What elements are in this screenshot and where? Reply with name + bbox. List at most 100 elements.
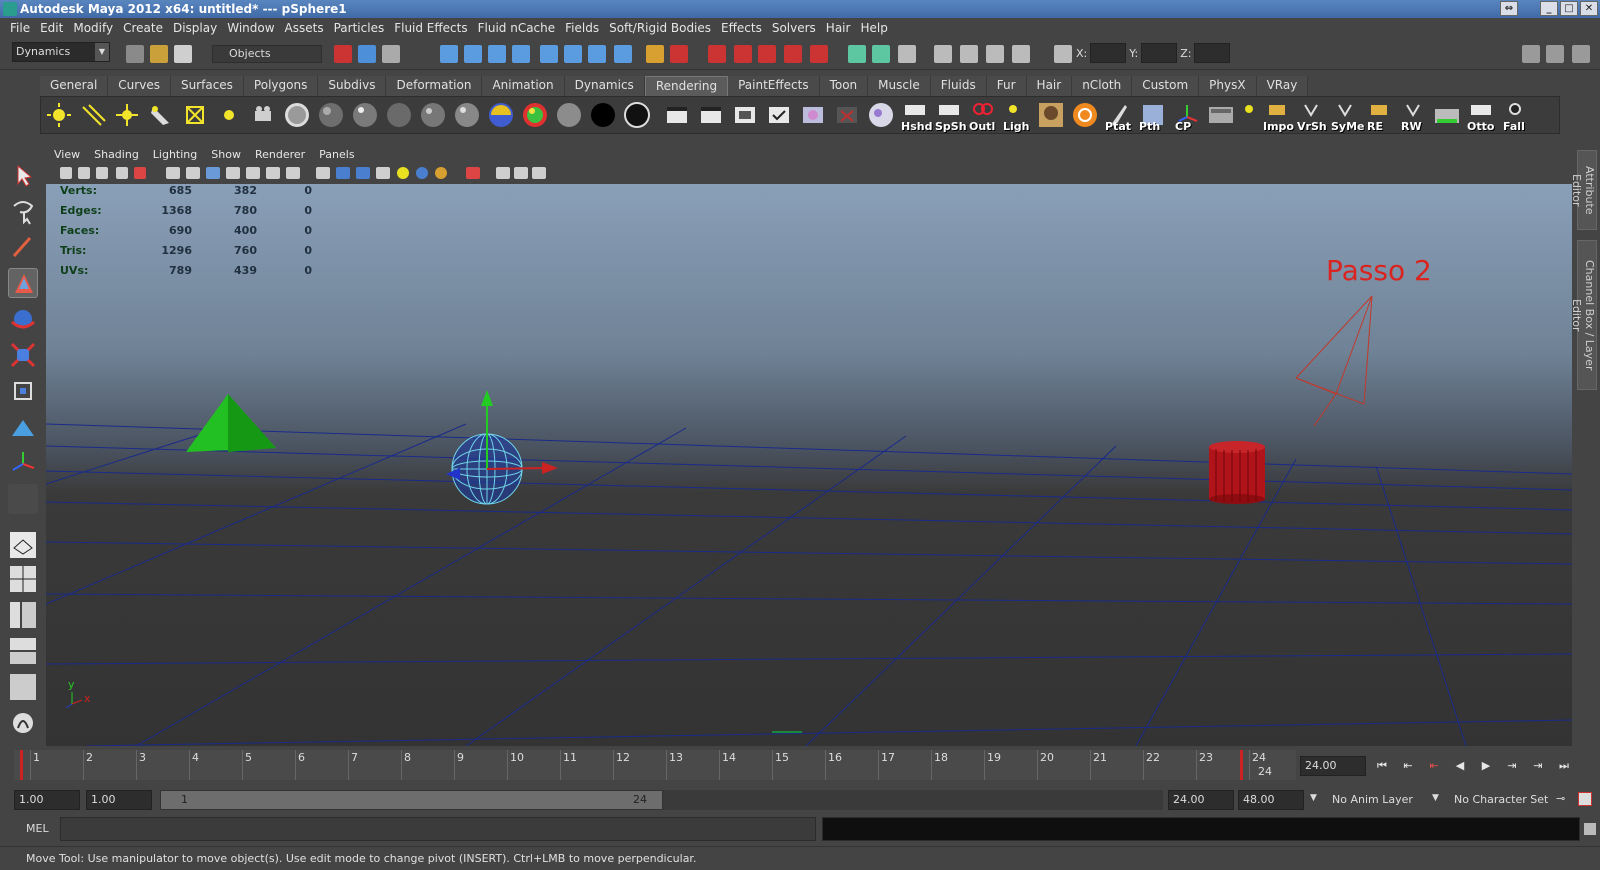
menu-file[interactable]: File bbox=[8, 21, 38, 35]
hypershade-layout-icon[interactable] bbox=[8, 672, 38, 702]
anisotropic-material-icon[interactable] bbox=[419, 101, 447, 129]
lasso-tool-icon[interactable] bbox=[8, 196, 38, 226]
render-settings-icon[interactable] bbox=[960, 45, 978, 63]
go-to-end-icon[interactable]: ⏭ bbox=[1554, 757, 1574, 775]
render-layer-icon[interactable] bbox=[1433, 101, 1461, 129]
maximize-button[interactable]: □ bbox=[1560, 1, 1578, 16]
select-by-hierarchy-icon[interactable] bbox=[334, 45, 352, 63]
use-background-icon[interactable] bbox=[589, 101, 617, 129]
soft-modification-icon[interactable] bbox=[8, 412, 38, 442]
ipr-render-icon[interactable] bbox=[934, 45, 952, 63]
ramp-shader-icon[interactable] bbox=[487, 101, 515, 129]
shelf-tab-muscle[interactable]: Muscle bbox=[868, 76, 931, 96]
panel-toolbar-icons[interactable] bbox=[58, 162, 618, 184]
step-forward-frame-icon[interactable]: ⇥ bbox=[1502, 757, 1522, 775]
y-field[interactable] bbox=[1141, 43, 1178, 63]
toggle-channel-box-icon[interactable] bbox=[1572, 45, 1590, 63]
last-tool-icon[interactable] bbox=[8, 484, 38, 514]
minimize-button[interactable]: _ bbox=[1540, 1, 1558, 16]
ambient-light-icon[interactable] bbox=[45, 101, 73, 129]
character-set-label[interactable]: No Character Set bbox=[1454, 793, 1548, 806]
four-view-layout-icon[interactable] bbox=[8, 564, 38, 594]
spot-light-icon[interactable] bbox=[147, 101, 175, 129]
menu-solvers[interactable]: Solvers bbox=[770, 21, 824, 35]
rw-icon[interactable]: RW bbox=[1399, 101, 1427, 133]
range-slider[interactable]: 1 24 bbox=[160, 790, 663, 810]
spsh-icon[interactable]: SpSh bbox=[935, 101, 967, 133]
hypershade-icon[interactable] bbox=[986, 45, 1004, 63]
point-light-icon[interactable] bbox=[113, 101, 141, 129]
menu-fluid-ncache[interactable]: Fluid nCache bbox=[476, 21, 564, 35]
magnet-snap-icon[interactable] bbox=[708, 45, 726, 63]
shelf-tab-surfaces[interactable]: Surfaces bbox=[170, 76, 244, 96]
close-button[interactable]: ✕ bbox=[1580, 1, 1598, 16]
fall-icon[interactable]: Fall bbox=[1501, 101, 1529, 133]
shadow-matte-icon[interactable] bbox=[623, 101, 651, 129]
anim-layer-label[interactable]: No Anim Layer bbox=[1332, 793, 1413, 806]
menu-set-dropdown[interactable]: Dynamics ▼ bbox=[12, 42, 110, 62]
shelf-tab-dynamics[interactable]: Dynamics bbox=[564, 76, 645, 96]
lambert-material-icon[interactable] bbox=[317, 101, 345, 129]
menu-fluid-effects[interactable]: Fluid Effects bbox=[392, 21, 475, 35]
lock-icon[interactable] bbox=[646, 45, 664, 63]
shelf-tab-toon[interactable]: Toon bbox=[819, 76, 869, 96]
transform-field-mode-icon[interactable] bbox=[1054, 45, 1072, 63]
mask-curve-icon[interactable] bbox=[588, 45, 606, 63]
mel-label[interactable]: MEL bbox=[26, 822, 49, 835]
universal-manipulator-icon[interactable] bbox=[8, 376, 38, 406]
menu-assets[interactable]: Assets bbox=[283, 21, 332, 35]
snap-point-icon[interactable] bbox=[488, 45, 506, 63]
go-to-start-icon[interactable]: ⏮ bbox=[1372, 757, 1392, 775]
camera-rig-icon[interactable] bbox=[249, 101, 277, 129]
shelf-tab-physx[interactable]: PhysX bbox=[1199, 76, 1257, 96]
snap-to-view-plane-icon[interactable] bbox=[784, 45, 802, 63]
mask-handle-icon[interactable] bbox=[540, 45, 558, 63]
menu-particles[interactable]: Particles bbox=[332, 21, 393, 35]
step-back-key-icon[interactable]: ⇤ bbox=[1398, 757, 1418, 775]
rotate-tool-icon[interactable] bbox=[8, 304, 38, 334]
snap-grid-icon[interactable] bbox=[440, 45, 458, 63]
channel-box-tab[interactable]: Channel Box / Layer Editor bbox=[1570, 240, 1597, 390]
single-perspective-layout-icon[interactable] bbox=[8, 530, 38, 560]
menu-window[interactable]: Window bbox=[225, 21, 282, 35]
shelf-tab-painteffects[interactable]: PaintEffects bbox=[728, 76, 820, 96]
range-slider-track[interactable] bbox=[663, 790, 1163, 810]
step-forward-key-icon[interactable]: ⇥ bbox=[1528, 757, 1548, 775]
impo-icon[interactable]: Impo bbox=[1263, 101, 1294, 133]
menu-hair[interactable]: Hair bbox=[824, 21, 859, 35]
scale-tool-icon[interactable] bbox=[8, 340, 38, 370]
current-frame-field[interactable]: 24.00 bbox=[1300, 756, 1366, 776]
menu-fields[interactable]: Fields bbox=[563, 21, 607, 35]
toggle-attribute-editor-icon[interactable] bbox=[1522, 45, 1540, 63]
ptat-icon[interactable]: Ptat bbox=[1105, 101, 1133, 133]
mental-ray-icon[interactable] bbox=[867, 101, 895, 129]
time-slider[interactable]: 24 1 2 3 4 5 6 7 8 9 10 11 12 13 14 15 16 17 18 19 20 21 22 23… bbox=[14, 750, 1296, 780]
otto-icon[interactable]: Otto bbox=[1467, 101, 1495, 133]
pla-icon[interactable] bbox=[1071, 101, 1099, 129]
playback-start-field[interactable]: 1.00 bbox=[86, 790, 152, 810]
panel-menu-renderer[interactable]: Renderer bbox=[255, 148, 313, 161]
shelf-tab-deformation[interactable]: Deformation bbox=[386, 76, 483, 96]
key-icon[interactable]: ⊸ bbox=[1556, 792, 1565, 805]
custom-layout-icon[interactable] bbox=[8, 708, 38, 738]
move-tool-icon[interactable] bbox=[8, 268, 38, 298]
panel-menu-view[interactable]: View bbox=[54, 148, 88, 161]
batch-render-icon[interactable] bbox=[731, 101, 759, 129]
outliner-layout-icon[interactable] bbox=[8, 600, 38, 630]
mel-command-input[interactable] bbox=[60, 817, 816, 841]
hshd-icon[interactable]: Hshd bbox=[901, 101, 932, 133]
render-view-shelf-icon[interactable] bbox=[833, 101, 861, 129]
render-settings-shelf-icon[interactable] bbox=[765, 101, 793, 129]
outl-icon[interactable]: Outl bbox=[969, 101, 997, 133]
phong-material-icon[interactable] bbox=[351, 101, 379, 129]
end-time-field[interactable]: 48.00 bbox=[1238, 790, 1304, 810]
play-forward-icon[interactable]: ▶ bbox=[1476, 757, 1496, 775]
character-set-chevron-icon[interactable]: ▼ bbox=[1432, 793, 1439, 803]
construction-history-icon[interactable] bbox=[872, 45, 890, 63]
show-manipulator-icon[interactable] bbox=[8, 448, 38, 478]
script-editor-icon[interactable] bbox=[1584, 823, 1596, 835]
shelf-tab-animation[interactable]: Animation bbox=[482, 76, 565, 96]
step-back-frame-icon[interactable]: ⇤ bbox=[1424, 757, 1444, 775]
anim-layer-chevron-icon[interactable]: ▼ bbox=[1310, 793, 1317, 803]
attribute-editor-tab[interactable]: Attribute Editor bbox=[1570, 150, 1597, 230]
